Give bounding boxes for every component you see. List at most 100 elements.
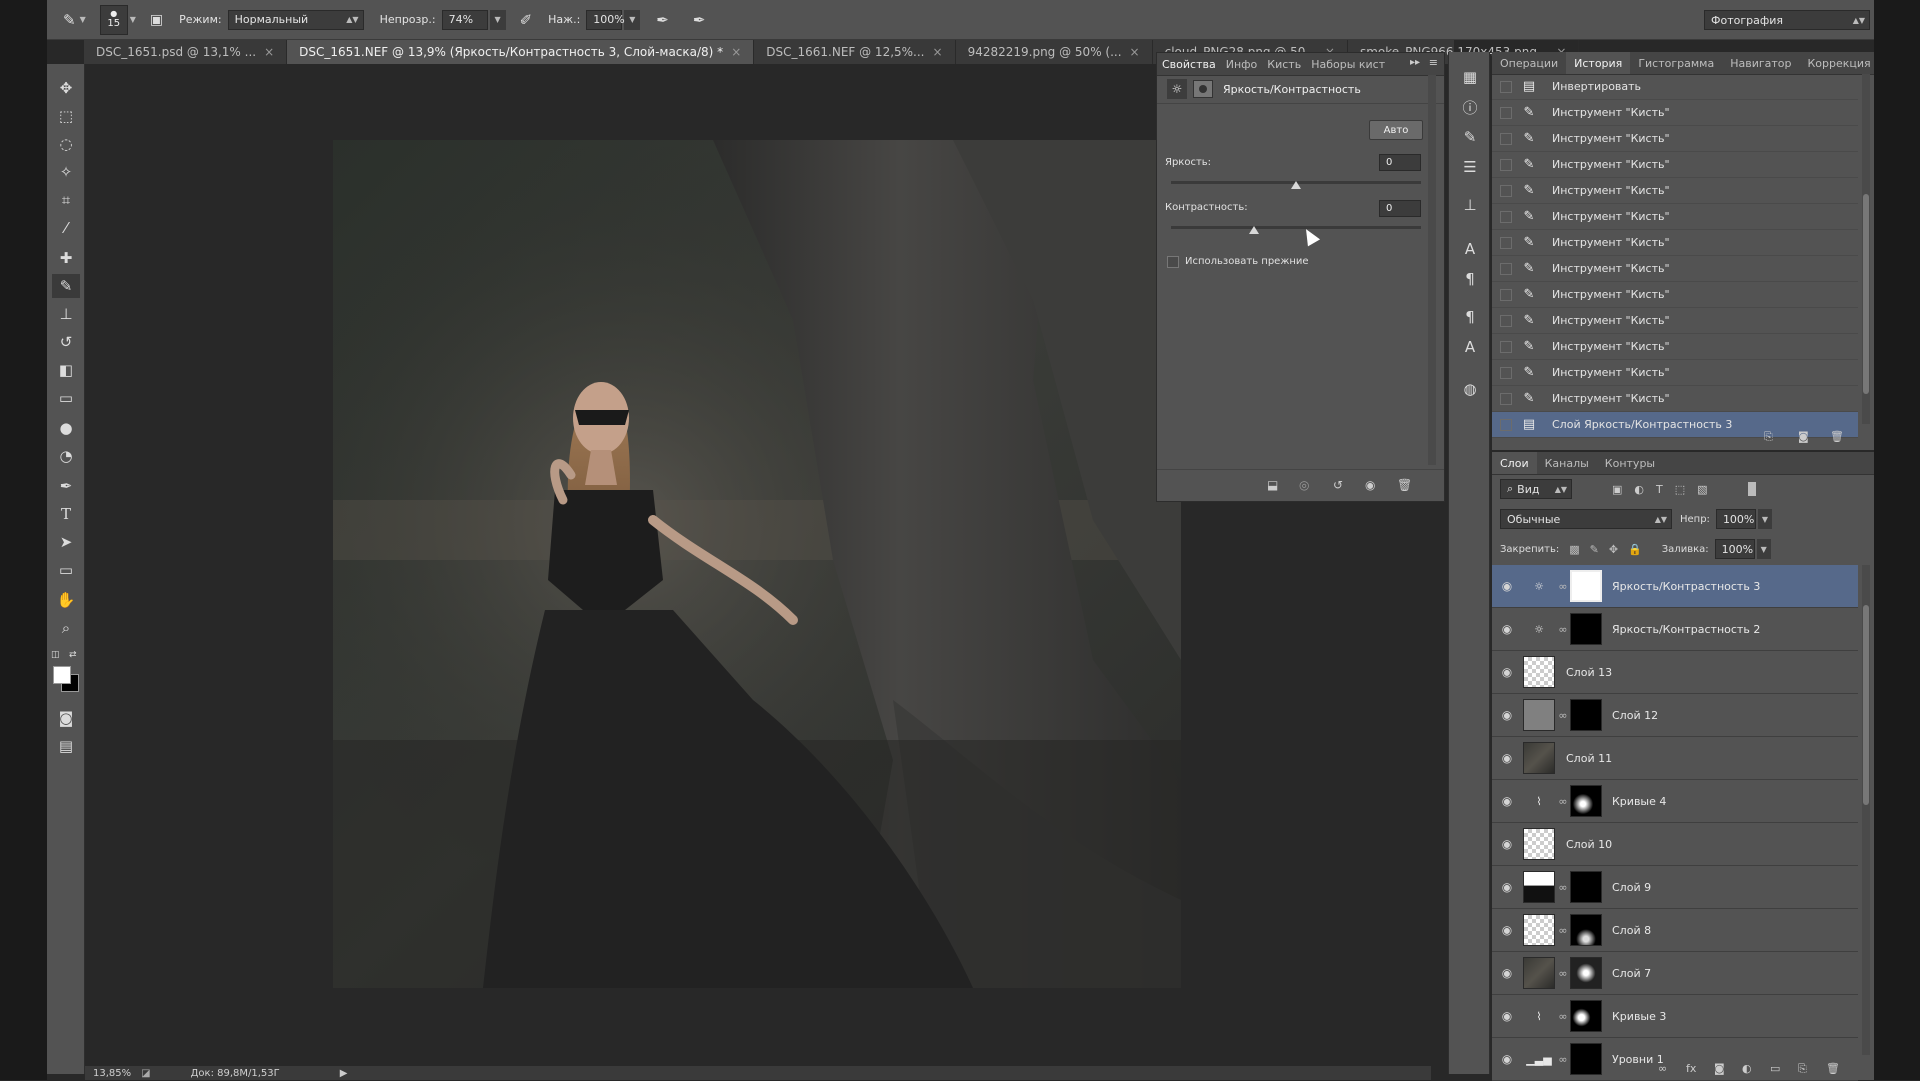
- history-item[interactable]: ✎ Инструмент "Кисть": [1492, 256, 1858, 282]
- history-item[interactable]: ✎ Инструмент "Кисть": [1492, 308, 1858, 334]
- new-adjustment-icon[interactable]: ◐: [1742, 1062, 1752, 1075]
- filter-pixel-icon[interactable]: ▣: [1612, 483, 1622, 496]
- dodge-tool-icon[interactable]: ◔: [52, 444, 80, 468]
- mask-icon[interactable]: [1193, 80, 1213, 98]
- tab-paths[interactable]: Контуры: [1597, 457, 1663, 470]
- pressure-field[interactable]: 100%: [586, 9, 625, 30]
- close-icon[interactable]: ×: [1130, 45, 1140, 59]
- tab-info[interactable]: Инфо: [1221, 58, 1263, 71]
- view-previous-icon[interactable]: ◎: [1299, 478, 1309, 492]
- history-item[interactable]: ✎ Инструмент "Кисть": [1492, 204, 1858, 230]
- snapshot-checkbox[interactable]: [1500, 392, 1512, 405]
- kuler-panel-icon[interactable]: ◍: [1457, 376, 1483, 402]
- character-panel-icon[interactable]: A: [1457, 236, 1483, 262]
- history-item[interactable]: ✎ Инструмент "Кисть": [1492, 386, 1858, 412]
- paragraph-styles-icon[interactable]: ¶: [1457, 304, 1483, 330]
- character-styles-icon[interactable]: A: [1457, 334, 1483, 360]
- fill-dropdown[interactable]: ▼: [1756, 539, 1771, 559]
- tab-actions[interactable]: Операции: [1492, 57, 1566, 70]
- snapshot-checkbox[interactable]: [1500, 158, 1512, 171]
- link-icon[interactable]: ∞: [1556, 967, 1570, 980]
- quick-selection-tool-icon[interactable]: ✧: [52, 160, 80, 184]
- panel-menu-icon[interactable]: ≡: [1429, 56, 1438, 69]
- opacity-field[interactable]: 74%: [441, 9, 488, 30]
- delete-icon[interactable]: 🗑: [1397, 478, 1412, 492]
- screen-mode-icon[interactable]: ▤: [52, 734, 80, 758]
- new-layer-icon[interactable]: ⎘: [1798, 1062, 1807, 1076]
- pressure-opacity-icon[interactable]: ✒: [656, 11, 669, 29]
- paragraph-panel-icon[interactable]: ¶: [1457, 266, 1483, 292]
- link-icon[interactable]: ∞: [1556, 795, 1570, 808]
- history-item[interactable]: ✎ Инструмент "Кисть": [1492, 126, 1858, 152]
- adjustments-panel-icon[interactable]: ☰: [1457, 154, 1483, 180]
- add-mask-icon[interactable]: ◙: [1714, 1062, 1725, 1075]
- filter-smart-object-icon[interactable]: ▧: [1697, 483, 1707, 496]
- stamp-tool-icon[interactable]: ⊥: [52, 302, 80, 326]
- zoom-level[interactable]: 13,85%: [93, 1068, 131, 1079]
- eye-icon[interactable]: ◉: [1492, 751, 1522, 765]
- zoom-tool-icon[interactable]: ⌕: [52, 616, 80, 640]
- filter-type-icon[interactable]: T: [1656, 483, 1663, 496]
- tab-properties[interactable]: Свойства: [1157, 58, 1221, 71]
- expand-icon[interactable]: ▸▸: [1410, 57, 1420, 68]
- history-item[interactable]: ✎ Инструмент "Кисть": [1492, 230, 1858, 256]
- snapshot-checkbox[interactable]: [1500, 132, 1512, 145]
- snapshot-checkbox[interactable]: [1500, 288, 1512, 301]
- mask-thumbnail[interactable]: [1570, 785, 1602, 817]
- close-icon[interactable]: ×: [264, 45, 274, 59]
- new-group-icon[interactable]: ▭: [1770, 1062, 1780, 1075]
- layers-scrollbar[interactable]: [1862, 565, 1870, 1055]
- history-item[interactable]: ✎ Инструмент "Кисть": [1492, 100, 1858, 126]
- delete-icon[interactable]: 🗑: [1826, 1062, 1840, 1075]
- pen-tool-icon[interactable]: ✒: [52, 474, 80, 498]
- layer-thumbnail[interactable]: [1523, 699, 1555, 731]
- brush-preset-picker[interactable]: ● 15: [99, 4, 128, 35]
- brightness-slider-handle[interactable]: [1291, 181, 1301, 189]
- filter-shape-icon[interactable]: ⬚: [1675, 483, 1685, 496]
- filter-toggle[interactable]: [1747, 482, 1756, 496]
- layer-thumbnail[interactable]: [1523, 656, 1555, 688]
- reset-icon[interactable]: ↺: [1333, 478, 1343, 492]
- layer-opacity-field[interactable]: 100%: [1715, 509, 1756, 529]
- layer-row[interactable]: ◉ Слой 13: [1492, 651, 1858, 694]
- path-selection-tool-icon[interactable]: ➤: [52, 530, 80, 554]
- info-panel-icon[interactable]: ⓘ: [1457, 94, 1483, 120]
- snapshot-checkbox[interactable]: [1500, 236, 1512, 249]
- eye-icon[interactable]: ◉: [1492, 837, 1522, 851]
- history-scrollbar[interactable]: [1862, 74, 1870, 424]
- layer-row[interactable]: ◉ ∞ Слой 9: [1492, 866, 1858, 909]
- properties-scrollbar[interactable]: [1428, 75, 1436, 465]
- history-item[interactable]: ✎ Инструмент "Кисть": [1492, 282, 1858, 308]
- contrast-slider-handle[interactable]: [1249, 226, 1260, 234]
- lock-pixels-icon[interactable]: ✎: [1590, 543, 1599, 556]
- layer-thumbnail[interactable]: [1523, 871, 1555, 903]
- mask-thumbnail[interactable]: [1570, 871, 1602, 903]
- tab-navigator[interactable]: Навигатор: [1722, 57, 1799, 70]
- type-tool-icon[interactable]: T: [52, 502, 80, 526]
- tab-brush-presets[interactable]: Наборы кист: [1306, 58, 1390, 71]
- brush-panel-icon[interactable]: ✎: [1457, 124, 1483, 150]
- layer-row[interactable]: ◉ Слой 10: [1492, 823, 1858, 866]
- link-icon[interactable]: ∞: [1556, 1010, 1570, 1023]
- eye-icon[interactable]: ◉: [1492, 794, 1522, 808]
- eye-icon[interactable]: ◉: [1492, 1009, 1522, 1023]
- eye-icon[interactable]: ◉: [1492, 579, 1522, 593]
- link-layers-icon[interactable]: ∞: [1658, 1062, 1667, 1075]
- pressure-dropdown[interactable]: ▼: [624, 9, 641, 30]
- filter-adjustment-icon[interactable]: ◐: [1634, 483, 1644, 496]
- layer-row[interactable]: ◉ ⌇ ∞ Кривые 4: [1492, 780, 1858, 823]
- snapshot-checkbox[interactable]: [1500, 106, 1512, 119]
- history-panel-icon[interactable]: ▦: [1457, 64, 1483, 90]
- layer-thumbnail[interactable]: [1523, 914, 1555, 946]
- contrast-input[interactable]: 0: [1379, 200, 1421, 217]
- tab-layers[interactable]: Слои: [1492, 452, 1537, 474]
- snapshot-checkbox[interactable]: [1500, 340, 1512, 353]
- mask-thumbnail[interactable]: [1570, 570, 1602, 602]
- shape-tool-icon[interactable]: ▭: [52, 558, 80, 582]
- legacy-checkbox[interactable]: [1167, 256, 1179, 268]
- link-icon[interactable]: ∞: [1556, 709, 1570, 722]
- lock-transparency-icon[interactable]: ▩: [1569, 543, 1579, 556]
- mask-thumbnail[interactable]: [1570, 914, 1602, 946]
- clip-to-layer-icon[interactable]: ⬓: [1267, 478, 1278, 492]
- snapshot-checkbox[interactable]: [1500, 210, 1512, 223]
